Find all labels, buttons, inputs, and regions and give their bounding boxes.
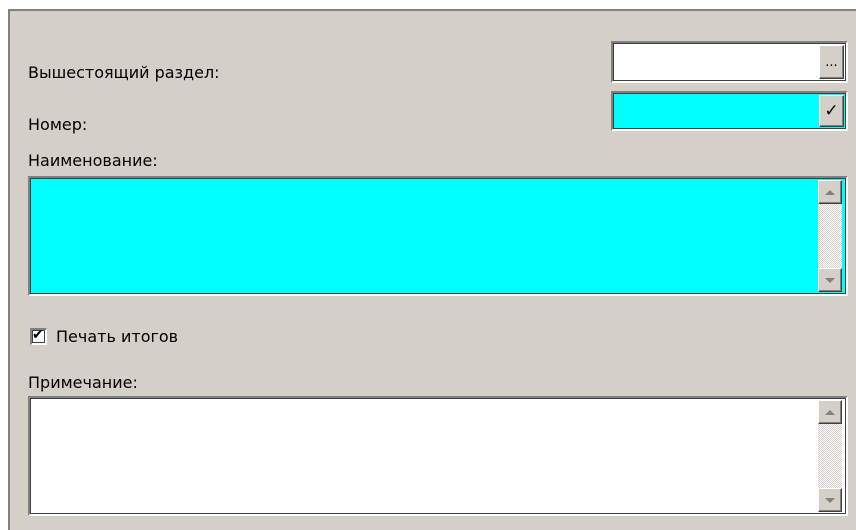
note-label: Примечание: [28, 373, 138, 392]
note-scrollbar[interactable] [818, 400, 842, 512]
name-textarea[interactable] [32, 180, 816, 292]
name-scrollbar[interactable] [818, 180, 842, 292]
check-icon: ✓ [824, 101, 839, 121]
scroll-down-arrow-icon [825, 497, 835, 503]
note-field[interactable] [28, 396, 848, 516]
name-field[interactable] [28, 176, 848, 296]
scroll-up-arrow-icon [825, 189, 835, 195]
checkmark-icon: ✔ [32, 327, 44, 343]
parent-section-browse-button[interactable]: ... [819, 45, 844, 79]
number-input[interactable] [615, 95, 820, 127]
number-field[interactable]: ✓ [611, 91, 848, 131]
number-confirm-button[interactable]: ✓ [819, 95, 844, 127]
name-scroll-up-button[interactable] [818, 180, 842, 204]
note-scroll-down-button[interactable] [818, 488, 842, 512]
parent-section-field[interactable]: ... [611, 41, 848, 83]
print-totals-label[interactable]: Печать итогов [56, 327, 178, 346]
ellipsis-icon: ... [825, 55, 838, 70]
scroll-up-arrow-icon [825, 409, 835, 415]
name-scroll-down-button[interactable] [818, 268, 842, 292]
note-scroll-up-button[interactable] [818, 400, 842, 424]
note-textarea[interactable] [32, 400, 816, 512]
number-label: Номер: [28, 115, 88, 134]
name-label: Наименование: [28, 151, 158, 170]
print-totals-checkbox[interactable]: ✔ [30, 327, 47, 345]
scroll-down-arrow-icon [825, 277, 835, 283]
parent-section-label: Вышестоящий раздел: [28, 63, 220, 82]
parent-section-input[interactable] [615, 45, 820, 79]
form-panel: Вышестоящий раздел: ... Номер: ✓ Наимено… [8, 9, 856, 530]
